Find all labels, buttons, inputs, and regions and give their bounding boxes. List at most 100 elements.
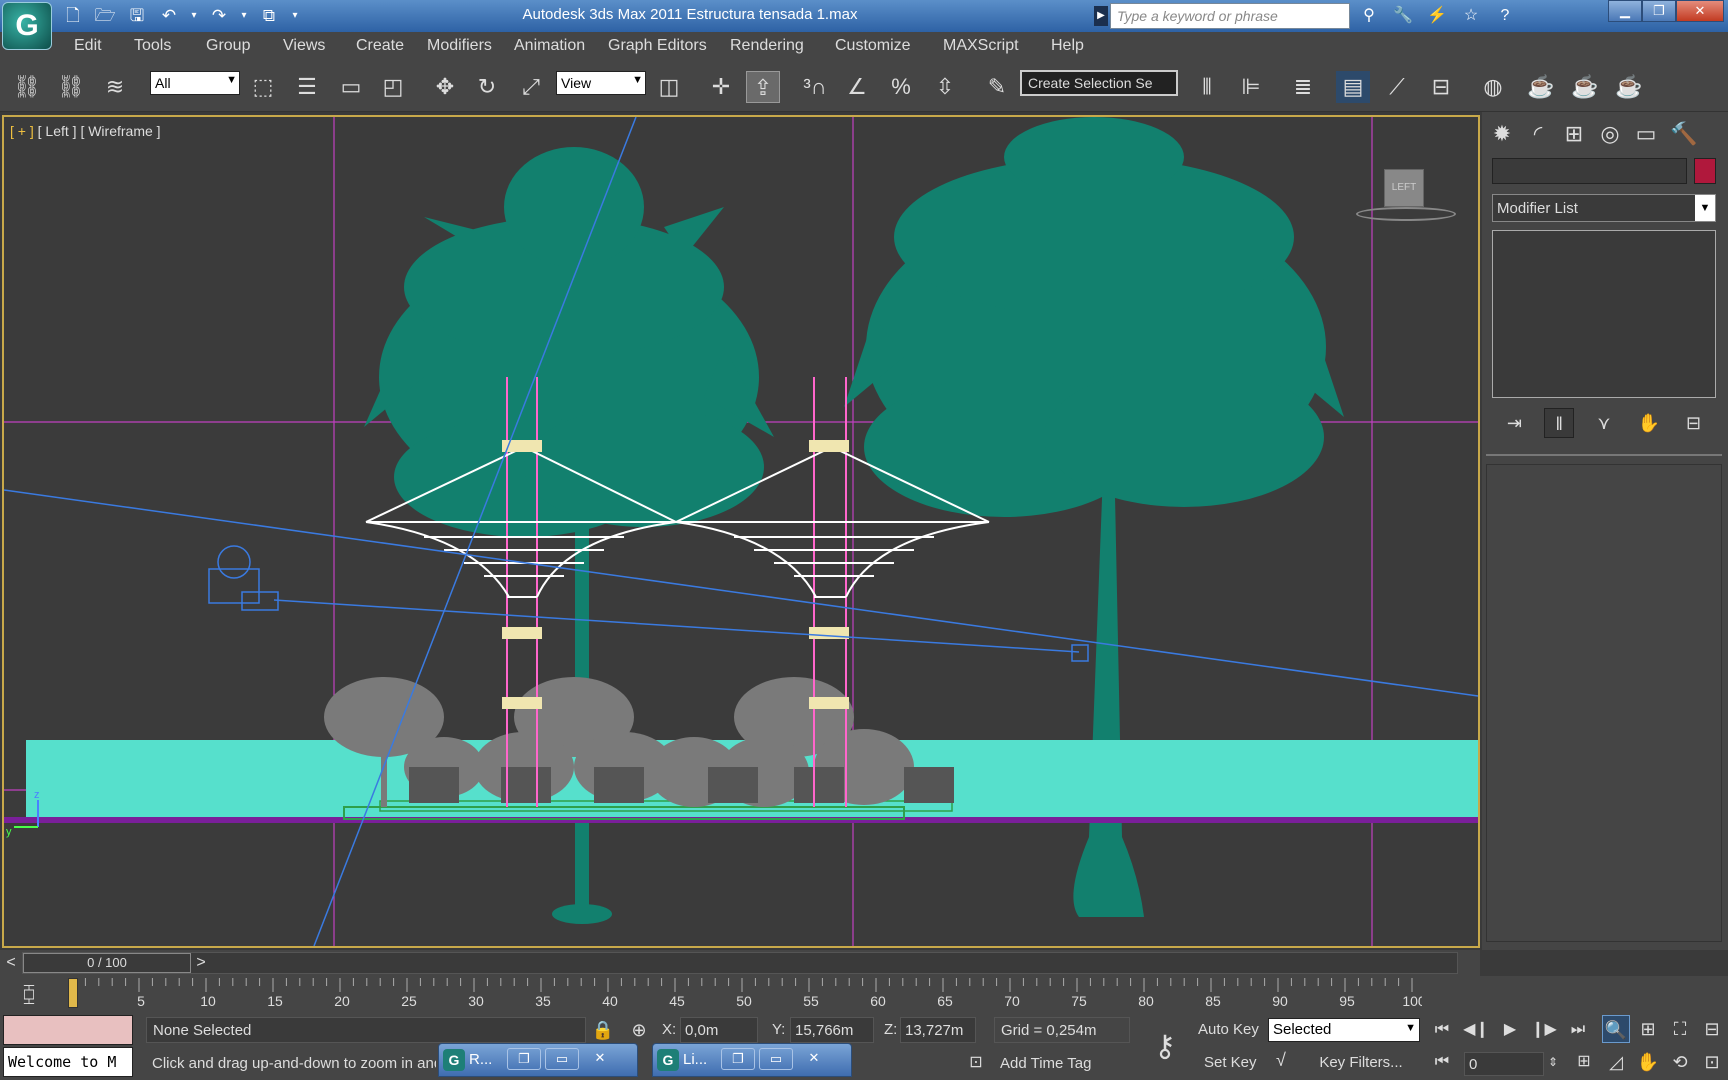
- rectangular-selection-icon[interactable]: ▭: [334, 71, 368, 103]
- object-color-swatch[interactable]: [1694, 158, 1716, 184]
- minimize-button[interactable]: ▁: [1608, 0, 1642, 22]
- time-configuration-icon[interactable]: ⊞: [1570, 1050, 1598, 1074]
- rendered-frame-icon[interactable]: ☕: [1568, 71, 1602, 103]
- search-expand-icon[interactable]: ▶: [1094, 6, 1108, 26]
- default-tangent-icon[interactable]: √: [1266, 1050, 1296, 1076]
- menu-create[interactable]: Create: [356, 37, 404, 55]
- save-icon[interactable]: 🖫: [124, 4, 150, 28]
- motion-tab-icon[interactable]: ◎: [1592, 118, 1628, 150]
- restore-button[interactable]: ❐: [721, 1048, 755, 1070]
- set-key-button[interactable]: Set Key: [1196, 1050, 1265, 1076]
- maximize-viewport-icon[interactable]: ⊡: [1698, 1048, 1726, 1076]
- viewport-left[interactable]: z y [ + ] [ Left ] [ Wireframe ] LEFT: [2, 115, 1480, 948]
- align-icon[interactable]: ⊫: [1234, 71, 1268, 103]
- viewport-pov-label[interactable]: [ Left ]: [38, 123, 77, 139]
- help-icon[interactable]: ?: [1491, 3, 1519, 29]
- menu-rendering[interactable]: Rendering: [730, 37, 804, 55]
- modifier-stack[interactable]: [1492, 230, 1716, 398]
- make-unique-icon[interactable]: ⋎: [1589, 408, 1619, 438]
- project-folder-icon[interactable]: ⧉: [256, 4, 282, 28]
- configure-sets-icon[interactable]: ⊟: [1679, 408, 1709, 438]
- select-by-name-icon[interactable]: ☰: [290, 71, 324, 103]
- minimized-window-li[interactable]: G Li... ❐ ▭ ✕: [652, 1043, 852, 1077]
- zoom-extents-all-icon[interactable]: ⊟: [1698, 1015, 1726, 1043]
- restore-button[interactable]: ❐: [507, 1048, 541, 1070]
- redo-icon[interactable]: ↷: [206, 4, 232, 28]
- menu-graph-editors[interactable]: Graph Editors: [608, 37, 707, 55]
- viewcube[interactable]: LEFT: [1384, 169, 1424, 207]
- edit-named-selection-icon[interactable]: ✎: [980, 71, 1014, 103]
- remove-modifier-icon[interactable]: ✋: [1634, 408, 1664, 438]
- pivot-center-icon[interactable]: ◫: [652, 71, 686, 103]
- auto-key-button[interactable]: Auto Key: [1196, 1017, 1261, 1043]
- material-editor-icon[interactable]: ◍: [1476, 71, 1510, 103]
- key-mode-toggle-icon[interactable]: ⏮: [1428, 1050, 1456, 1074]
- undo-icon[interactable]: ↶: [156, 4, 182, 28]
- y-coordinate-field[interactable]: 15,766m: [790, 1017, 874, 1043]
- render-production-icon[interactable]: ☕: [1612, 71, 1646, 103]
- go-to-end-icon[interactable]: ⏭: [1564, 1018, 1592, 1042]
- key-mode-dropdown[interactable]: Selected ▼: [1268, 1018, 1420, 1042]
- absolute-mode-icon[interactable]: ⊕: [626, 1017, 652, 1043]
- maxscript-mini-listener[interactable]: Welcome to M: [3, 1047, 133, 1077]
- viewcube-compass-ring[interactable]: [1356, 207, 1456, 221]
- menu-views[interactable]: Views: [283, 37, 325, 55]
- app-logo-button[interactable]: G: [2, 2, 52, 50]
- next-frame-icon[interactable]: ❙▶: [1530, 1018, 1558, 1042]
- search-input[interactable]: Type a keyword or phrase: [1110, 3, 1350, 29]
- menu-customize[interactable]: Customize: [835, 37, 911, 55]
- subscription-icon[interactable]: 🔧: [1389, 3, 1417, 29]
- object-name-field[interactable]: [1492, 158, 1687, 184]
- time-slider-prev[interactable]: <: [0, 952, 22, 974]
- minimized-window-r[interactable]: G R... ❐ ▭ ✕: [438, 1043, 638, 1077]
- spinner-snap-icon[interactable]: ⇳: [928, 71, 962, 103]
- current-frame-marker[interactable]: [68, 978, 78, 1008]
- maximize-button[interactable]: ❐: [1642, 0, 1676, 22]
- viewport-label[interactable]: [ + ] [ Left ] [ Wireframe ]: [10, 123, 161, 139]
- display-tab-icon[interactable]: ▭: [1628, 118, 1664, 150]
- time-slider-handle[interactable]: 0 / 100: [23, 953, 191, 973]
- current-frame-field[interactable]: 0: [1464, 1052, 1544, 1076]
- hierarchy-tab-icon[interactable]: ⊞: [1556, 118, 1592, 150]
- mini-curve-editor-icon[interactable]: ⧮: [14, 979, 44, 1009]
- select-object-icon[interactable]: ⬚: [246, 71, 280, 103]
- named-selection-dropdown[interactable]: Create Selection Se: [1020, 70, 1178, 96]
- zoom-extents-icon[interactable]: ⛶: [1666, 1015, 1694, 1043]
- menu-group[interactable]: Group: [206, 37, 250, 55]
- x-coordinate-field[interactable]: 0,0m: [680, 1017, 758, 1043]
- percent-snap-icon[interactable]: %: [884, 71, 918, 103]
- selection-lock-icon[interactable]: 🔒: [590, 1017, 616, 1043]
- create-tab-icon[interactable]: ✹: [1484, 118, 1520, 150]
- close-button[interactable]: ✕: [797, 1048, 831, 1070]
- schematic-view-icon[interactable]: ⊟: [1424, 71, 1458, 103]
- selection-filter-dropdown[interactable]: All ▼: [150, 71, 240, 95]
- field-of-view-icon[interactable]: ◿: [1602, 1048, 1630, 1076]
- set-key-icon[interactable]: ⚷: [1140, 1017, 1190, 1077]
- modify-tab-icon[interactable]: ◜: [1520, 118, 1556, 150]
- communication-icon[interactable]: ⚡: [1423, 3, 1451, 29]
- add-time-tag[interactable]: Add Time Tag: [994, 1052, 1130, 1076]
- maximize-button[interactable]: ▭: [759, 1048, 793, 1070]
- close-button[interactable]: ✕: [583, 1048, 617, 1070]
- mirror-icon[interactable]: ⫴: [1190, 71, 1224, 103]
- rotate-icon[interactable]: ↻: [470, 71, 504, 103]
- binoculars-icon[interactable]: ⚲: [1355, 3, 1383, 29]
- scale-icon[interactable]: ⤢: [514, 71, 548, 103]
- show-end-result-icon[interactable]: ‖: [1544, 408, 1575, 438]
- time-slider-track[interactable]: 0 / 100: [22, 952, 1458, 974]
- menu-tools[interactable]: Tools: [134, 37, 171, 55]
- maxscript-listener-output[interactable]: [3, 1015, 133, 1045]
- maximize-button[interactable]: ▭: [545, 1048, 579, 1070]
- graphite-ribbon-icon[interactable]: ▤: [1336, 71, 1370, 103]
- layer-manager-icon[interactable]: ≣: [1286, 71, 1320, 103]
- modifier-list-dropdown[interactable]: Modifier List ▼: [1492, 194, 1716, 222]
- key-filters-button[interactable]: Key Filters...: [1302, 1050, 1420, 1076]
- redo-dropdown-icon[interactable]: ▾: [238, 4, 250, 28]
- frame-spinner-icon[interactable]: ⇕: [1546, 1050, 1560, 1074]
- menu-help[interactable]: Help: [1051, 37, 1084, 55]
- menu-animation[interactable]: Animation: [514, 37, 585, 55]
- z-coordinate-field[interactable]: 13,727m: [900, 1017, 976, 1043]
- close-button[interactable]: ✕: [1676, 0, 1724, 22]
- menu-modifiers[interactable]: Modifiers: [427, 37, 492, 55]
- window-crossing-icon[interactable]: ◰: [376, 71, 410, 103]
